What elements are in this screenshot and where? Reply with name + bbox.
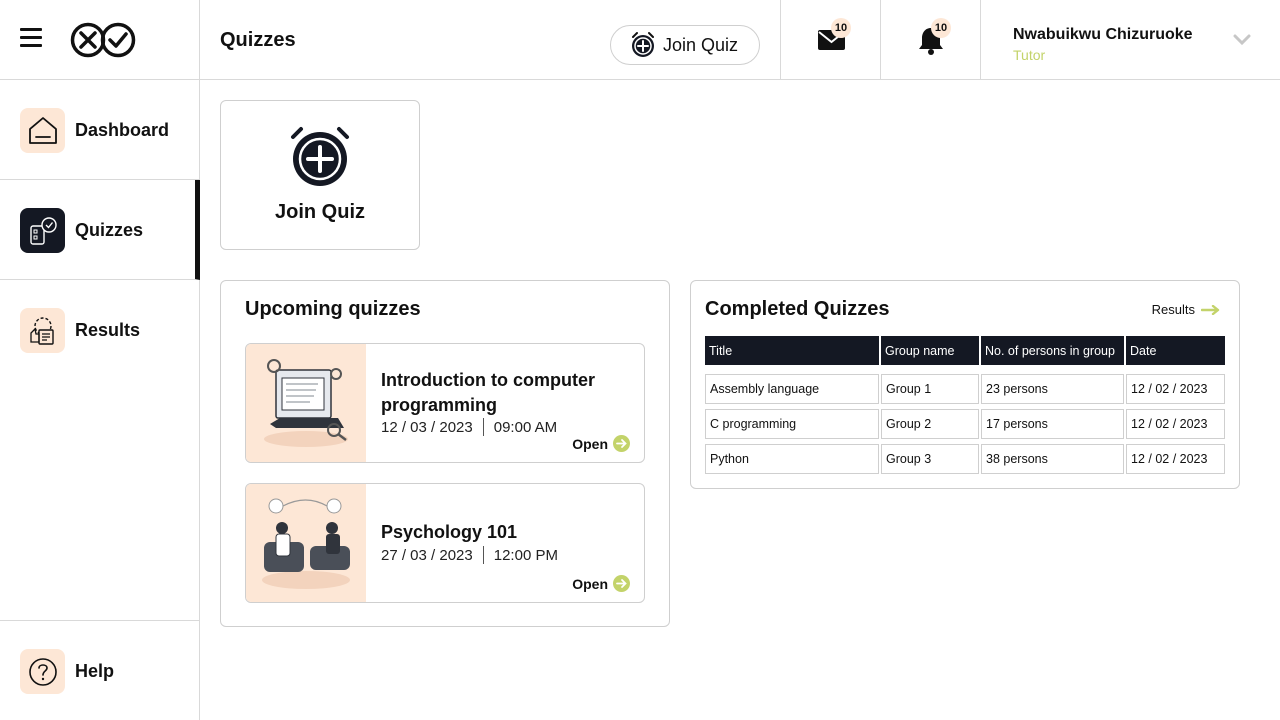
open-label: Open [572,435,608,452]
table-cell: 17 persons [981,409,1124,439]
completed-quizzes-table: Title Group name No. of persons in group… [705,336,1225,479]
join-quiz-icon [291,127,349,186]
messages-area: 10 [780,0,880,80]
quiz-icon [20,208,65,253]
user-name: Nwabuikwu Chizuruoke [1013,26,1193,43]
page-title: Quizzes [220,29,296,51]
upcoming-quizzes-title: Upcoming quizzes [245,298,421,320]
quiz-illustration [246,344,366,462]
sidebar-item-help[interactable]: Help [0,620,200,720]
notifications-area: 10 [880,0,980,80]
help-icon [20,649,65,694]
column-header: Group name [881,336,979,365]
results-link-label: Results [1151,302,1195,317]
results-icon [20,308,65,353]
divider [482,546,484,564]
quiz-schedule: 12 / 03 / 2023 09:00 AM [381,418,557,436]
brand-area [0,0,200,80]
join-quiz-label: Join Quiz [663,34,739,55]
column-header: Title [705,336,879,365]
join-quiz-tile[interactable]: Join Quiz [220,100,420,250]
open-quiz-button[interactable]: Open [572,435,630,452]
user-menu[interactable]: Nwabuikwu Chizuruoke Tutor [980,0,1280,80]
quiz-card[interactable]: Psychology 101 27 / 03 / 2023 12:00 PM O… [245,483,645,603]
sidebar-item-dashboard[interactable]: Dashboard [0,80,200,180]
quiz-time: 12:00 PM [493,546,558,564]
sidebar: Dashboard Quizzes Results Help [0,80,200,720]
table-cell: 12 / 02 / 2023 [1126,409,1225,439]
table-cell: Group 1 [881,374,979,404]
quiz-illustration [246,484,366,602]
notification-badge: 10 [931,18,951,38]
quiz-date: 12 / 03 / 2023 [381,418,473,436]
home-icon [20,108,65,153]
quiz-title: Introduction to computer programming [381,370,595,415]
completed-quizzes-title: Completed Quizzes [705,298,890,320]
sidebar-item-quizzes[interactable]: Quizzes [0,180,200,280]
sidebar-item-label: Dashboard [75,120,170,140]
arrow-right-circle-icon [613,575,630,592]
sidebar-item-results[interactable]: Results [0,280,200,380]
table-cell: 38 persons [981,444,1124,474]
divider [482,418,484,436]
top-bar: Quizzes Join Quiz 10 10 Nwabuikwu Chizur… [0,0,1280,80]
user-role: Tutor [1013,47,1046,63]
table-cell: 23 persons [981,374,1124,404]
join-quiz-tile-label: Join Quiz [275,201,365,223]
join-quiz-icon [632,32,654,57]
menu-icon[interactable] [20,28,42,50]
upcoming-quizzes-panel: Upcoming quizzes Introduction to compute… [220,280,670,627]
column-header: Date [1126,336,1225,365]
table-header-row: Title Group name No. of persons in group… [705,336,1225,369]
sidebar-item-label: Quizzes [75,220,144,240]
table-cell: 12 / 02 / 2023 [1126,374,1225,404]
quiz-card[interactable]: Introduction to computer programming 12 … [245,343,645,463]
table-cell: Python [705,444,879,474]
chevron-down-icon[interactable] [1233,32,1251,46]
table-row[interactable]: Python Group 3 38 persons 12 / 02 / 2023 [705,444,1225,474]
arrow-right-circle-icon [613,435,630,452]
arrow-right-icon [1201,304,1220,315]
table-row[interactable]: C programming Group 2 17 persons 12 / 02… [705,409,1225,439]
open-quiz-button[interactable]: Open [572,575,630,592]
quiz-title: Psychology 101 [381,522,518,542]
table-cell: 12 / 02 / 2023 [1126,444,1225,474]
completed-quizzes-panel: Completed Quizzes Results Title Group na… [690,280,1240,489]
sidebar-item-label: Help [75,661,115,681]
table-row[interactable]: Assembly language Group 1 23 persons 12 … [705,374,1225,404]
table-cell: Group 2 [881,409,979,439]
mail-badge: 10 [831,18,851,38]
sidebar-item-label: Results [75,320,141,340]
table-cell: Group 3 [881,444,979,474]
quiz-time: 09:00 AM [493,418,558,436]
join-quiz-button[interactable]: Join Quiz [610,25,760,65]
column-header: No. of persons in group [981,336,1124,365]
results-link[interactable]: Results [1152,302,1221,317]
quiz-schedule: 27 / 03 / 2023 12:00 PM [381,546,558,564]
quiz-date: 27 / 03 / 2023 [381,546,473,564]
table-cell: C programming [705,409,879,439]
open-label: Open [572,575,608,592]
table-cell: Assembly language [705,374,879,404]
logo [70,22,136,58]
